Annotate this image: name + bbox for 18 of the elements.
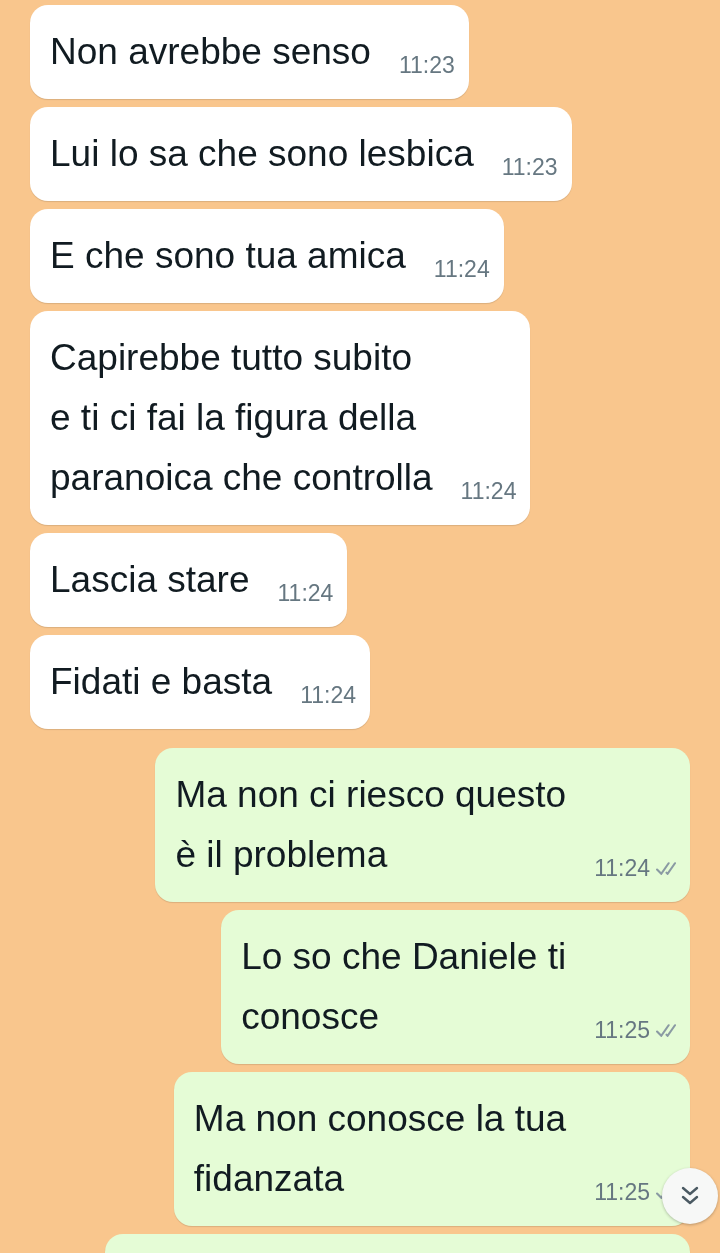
- message-time: 11:23: [398, 51, 455, 80]
- message-time: 11:25: [594, 1178, 650, 1207]
- message-text: Non avrebbe senso: [50, 30, 371, 74]
- message-time: 11:24: [433, 255, 490, 284]
- message-text: Capirebbe tutto subito e ti ci fai la figura della paranoica che controlla: [50, 336, 433, 500]
- message-text: Ma non conosce la tua fidanzata: [193, 1097, 567, 1201]
- message-text: Fidati e basta: [50, 660, 273, 704]
- message-text: Ma non ci riesco questo è il problema: [175, 773, 567, 877]
- message-time: 11:24: [300, 681, 356, 710]
- message-text: Lascia stare: [50, 558, 250, 602]
- message-time: 11:24: [594, 854, 650, 883]
- message-time: 11:24: [277, 579, 334, 608]
- message-text: Lui lo sa che sono lesbica: [50, 132, 474, 176]
- message-time: 11:25: [594, 1016, 650, 1045]
- message-time: 11:23: [501, 153, 558, 182]
- message-text: E che sono tua amica: [50, 234, 406, 278]
- message-text: Lo so che Daniele ti conosce: [241, 935, 567, 1039]
- message-time: 11:24: [460, 477, 517, 506]
